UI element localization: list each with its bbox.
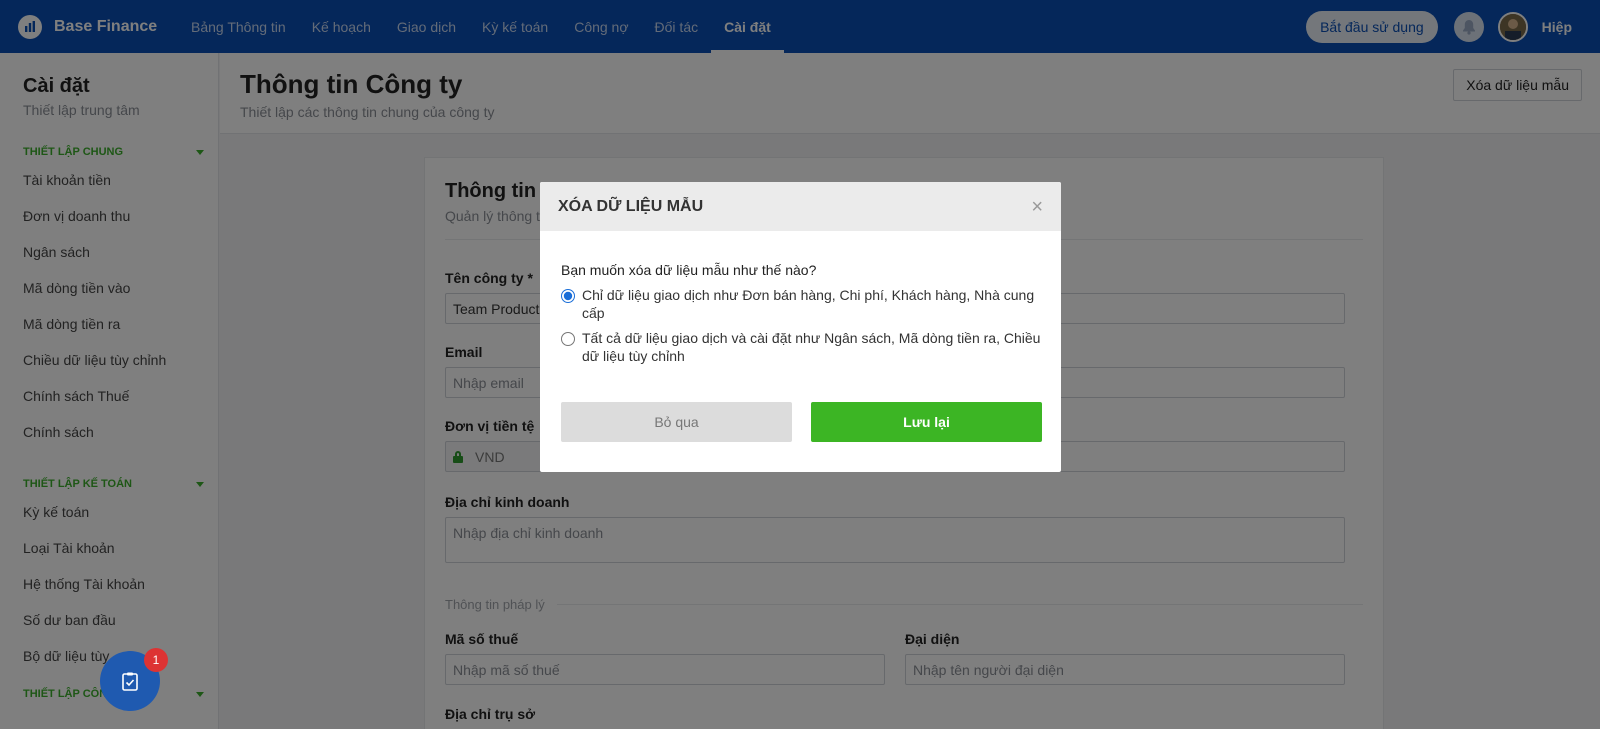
notification-badge: 1 <box>144 648 168 672</box>
option-all-data-radio[interactable] <box>561 332 575 346</box>
modal-header: XÓA DỮ LIỆU MẪU × <box>540 182 1061 231</box>
delete-sample-data-modal: XÓA DỮ LIỆU MẪU × Bạn muốn xóa dữ liệu m… <box>540 182 1061 472</box>
skip-button[interactable]: Bỏ qua <box>561 402 792 442</box>
save-button[interactable]: Lưu lại <box>811 402 1042 442</box>
modal-question: Bạn muốn xóa dữ liệu mẫu như thế nào? <box>561 262 817 278</box>
option-transactions-only[interactable]: Chỉ dữ liệu giao dịch như Đơn bán hàng, … <box>561 286 1041 322</box>
option-label: Tất cả dữ liệu giao dịch và cài đặt như … <box>582 330 1041 364</box>
option-transactions-only-radio[interactable] <box>561 289 575 303</box>
clipboard-check-icon <box>122 672 138 691</box>
option-label: Chỉ dữ liệu giao dịch như Đơn bán hàng, … <box>582 287 1035 321</box>
modal-title: XÓA DỮ LIỆU MẪU <box>558 197 704 215</box>
close-icon[interactable]: × <box>1031 197 1043 217</box>
option-all-data[interactable]: Tất cả dữ liệu giao dịch và cài đặt như … <box>561 329 1041 365</box>
